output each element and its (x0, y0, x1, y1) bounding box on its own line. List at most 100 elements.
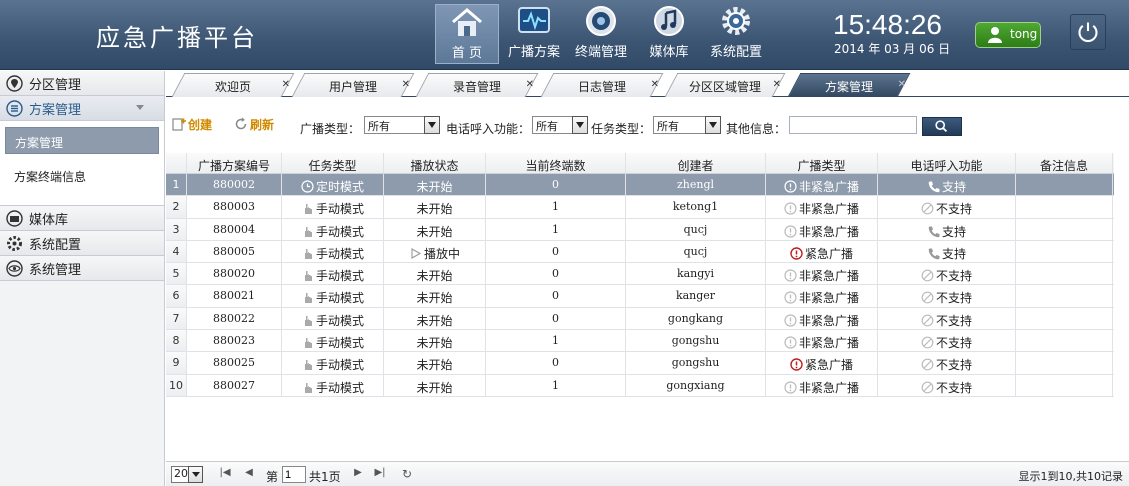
sidebar-group-media[interactable]: 媒体库 (0, 206, 164, 231)
not-allowed-icon (921, 202, 934, 215)
column-header[interactable]: 创建者 (626, 153, 766, 173)
tab-user-management[interactable]: 用户管理 ✕ (291, 73, 415, 97)
column-header[interactable]: 播放状态 (384, 153, 486, 173)
task-type-cell: 手动模式 (282, 374, 384, 396)
sidebar-group-system-management[interactable]: 系统管理 (0, 256, 164, 281)
table-row[interactable]: 4 880005 手动模式 播放中 0 qucj 紧急广播 支持 (166, 240, 1114, 264)
task-type-cell: 手动模式 (282, 352, 384, 374)
plan-id: 880027 (213, 378, 255, 392)
pager-summary: 显示1到10,共10记录 (1018, 470, 1124, 483)
close-icon[interactable]: ✕ (282, 79, 290, 90)
close-icon[interactable]: ✕ (651, 79, 659, 90)
media-library-icon (654, 6, 684, 36)
terminal-count: 0 (552, 311, 559, 325)
first-page-icon[interactable]: |◀ (219, 467, 231, 481)
terminal-count-cell: 1 (486, 196, 626, 218)
table-row[interactable]: 1 880002 定时模式 未开始 0 zhengl 非紧急广播 支持 (166, 174, 1114, 197)
task-type-cell: 手动模式 (282, 330, 384, 352)
clock-icon (301, 180, 314, 193)
task-type: 手动模式 (315, 224, 364, 239)
call-in-select[interactable]: 所有 (532, 116, 588, 134)
call-in-cell: 不支持 (878, 352, 1016, 374)
create-button[interactable]: 创建 (172, 116, 212, 133)
call-in-cell: 不支持 (878, 330, 1016, 352)
info-icon (784, 269, 797, 282)
creator-cell: kanger (626, 285, 766, 307)
sidebar-item-plan-terminal-info[interactable]: 方案终端信息 (5, 162, 159, 189)
column-header-label: 电话呼入功能 (910, 159, 983, 173)
broadcast-type: 紧急广播 (804, 246, 853, 261)
close-icon[interactable]: ✕ (402, 79, 410, 90)
close-icon[interactable]: ✕ (773, 79, 781, 90)
nav-terminal[interactable]: 终端管理 (569, 4, 633, 64)
sidebar-group-plan[interactable]: 方案管理 (0, 96, 164, 121)
play-status-cell: 未开始 (384, 285, 486, 307)
column-header[interactable]: 广播方案编号 (187, 153, 282, 173)
nav-system-config[interactable]: 系统配置 (704, 4, 768, 64)
logout-button[interactable] (1070, 14, 1106, 50)
close-icon[interactable]: ✕ (526, 79, 534, 90)
close-icon[interactable]: ✕ (898, 79, 906, 90)
row-number-cell: 3 (166, 218, 187, 240)
not-allowed-icon (921, 269, 934, 282)
tab-zone-area-management[interactable]: 分区区域管理 ✕ (664, 73, 786, 97)
search-button[interactable] (922, 117, 962, 136)
column-header[interactable]: 电话呼入功能 (878, 153, 1016, 173)
other-info-input[interactable] (789, 116, 917, 134)
table-row[interactable]: 8 880023 手动模式 未开始 1 gongshu 非紧急广播 不支持 (166, 330, 1114, 353)
task-type-select[interactable]: 所有 (653, 116, 721, 134)
remark-cell (1016, 240, 1113, 263)
hand-icon (304, 248, 312, 259)
sidebar-item-plan-management[interactable]: 方案管理 (5, 127, 159, 154)
table-row[interactable]: 6 880021 手动模式 未开始 0 kanger 非紧急广播 不支持 (166, 285, 1114, 308)
nav-broadcast-plan[interactable]: 广播方案 (502, 4, 566, 64)
table-row[interactable]: 10 880027 手动模式 未开始 1 gongxiang 非紧急广播 不支持 (166, 374, 1114, 397)
info-icon (784, 180, 797, 193)
table-row[interactable]: 2 880003 手动模式 未开始 1 ketong1 非紧急广播 不支持 (166, 196, 1114, 219)
tab-log-management[interactable]: 日志管理 ✕ (540, 73, 664, 97)
tab-plan-management[interactable]: 方案管理 ✕ (787, 73, 911, 97)
last-page-icon[interactable]: ▶| (374, 467, 386, 481)
broadcast-type: 非紧急广播 (798, 224, 859, 239)
media-icon (6, 210, 23, 227)
table-row[interactable]: 3 880004 手动模式 未开始 1 qucj 非紧急广播 支持 (166, 218, 1114, 241)
plan-id-cell: 880027 (187, 374, 282, 396)
tab-label: 录音管理 (452, 80, 501, 94)
sidebar: 分区管理 方案管理 方案管理 方案终端信息 媒体库 系统配置 系统管理 (0, 71, 165, 486)
phone-icon (928, 226, 940, 237)
nav-home[interactable]: 首 页 (435, 4, 499, 64)
table-row[interactable]: 7 880022 手动模式 未开始 0 gongkang 非紧急广播 不支持 (166, 307, 1114, 331)
nav-media-library[interactable]: 媒体库 (637, 4, 701, 64)
column-header[interactable]: 当前终端数 (486, 153, 626, 173)
broadcast-type-select[interactable]: 所有 (364, 116, 440, 134)
call-in-support: 支持 (941, 224, 966, 239)
plan-id: 880002 (213, 178, 255, 191)
gear-icon (7, 236, 22, 251)
play-status-cell: 未开始 (384, 218, 486, 240)
next-page-icon[interactable]: ▶ (352, 467, 364, 481)
table-row[interactable]: 9 880025 手动模式 未开始 0 gongshu 紧急广播 不支持 (166, 352, 1114, 375)
task-type: 手动模式 (315, 269, 364, 284)
sidebar-group-system-config[interactable]: 系统配置 (0, 231, 164, 256)
call-in-support: 支持 (941, 246, 966, 261)
tab-welcome[interactable]: 欢迎页 ✕ (171, 73, 295, 97)
page-size-select[interactable]: 20 (171, 466, 203, 483)
sidebar-group-zone[interactable]: 分区管理 (0, 71, 164, 96)
table-row[interactable]: 5 880020 手动模式 未开始 0 kangyi 非紧急广播 不支持 (166, 263, 1114, 286)
page-number-input[interactable] (282, 466, 306, 483)
info-icon (784, 314, 797, 327)
column-header[interactable]: 备注信息 (1016, 153, 1113, 173)
column-header[interactable]: 广播类型 (766, 153, 878, 173)
prev-page-icon[interactable]: ◀ (243, 467, 255, 481)
broadcast-type: 非紧急广播 (798, 202, 859, 217)
row-number: 7 (172, 311, 180, 325)
refresh-button[interactable]: 刷新 (234, 116, 274, 133)
user-badge[interactable]: tong (975, 22, 1041, 48)
plan-id-cell: 880020 (187, 263, 282, 285)
tab-recording-management[interactable]: 录音管理 ✕ (415, 73, 539, 97)
column-header[interactable]: 任务类型 (282, 153, 384, 173)
tab-label: 方案管理 (824, 80, 873, 94)
call-in-cell: 不支持 (878, 196, 1016, 218)
creator-cell: gongshu (626, 330, 766, 352)
reload-icon[interactable]: ↻ (401, 467, 413, 481)
